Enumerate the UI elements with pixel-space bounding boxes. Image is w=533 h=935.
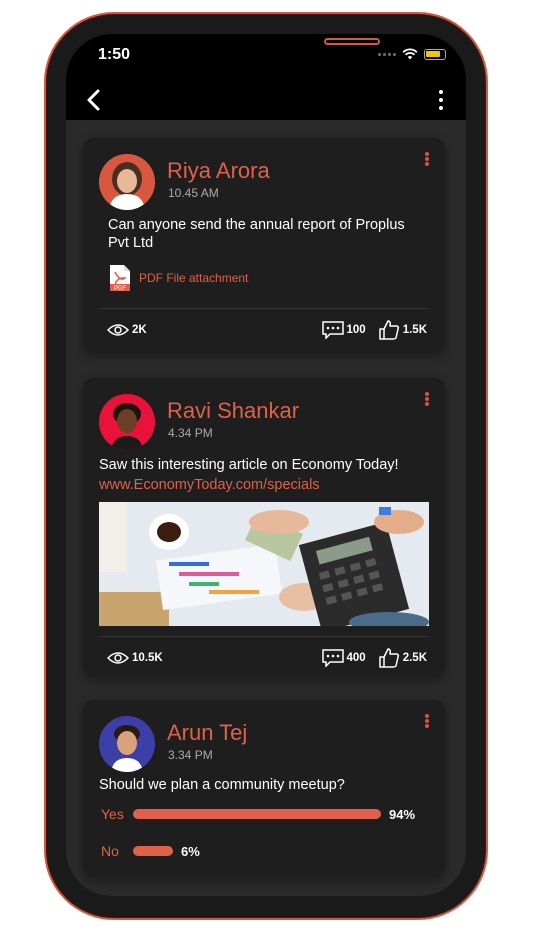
attachment-label: PDF File attachment (139, 271, 249, 285)
avatar (99, 154, 155, 210)
comments-stat[interactable]: 400 (321, 649, 366, 667)
author-name[interactable]: Arun Tej (167, 720, 247, 746)
notch (154, 34, 380, 64)
author-name[interactable]: Ravi Shankar (167, 398, 299, 424)
post-text: Saw this interesting article on Economy … (99, 457, 399, 473)
poll-option[interactable]: No 6% (101, 843, 429, 859)
kebab-icon[interactable] (438, 90, 444, 110)
poll-percent: 6% (181, 843, 200, 859)
comment-icon (321, 649, 344, 667)
chevron-left-icon[interactable] (84, 88, 104, 112)
comments-stat[interactable]: 100 (321, 321, 366, 339)
post-card: Ravi Shankar 4.34 PM Saw this interestin… (83, 378, 445, 676)
author-name[interactable]: Riya Arora (167, 158, 270, 184)
article-image[interactable] (99, 502, 429, 626)
post-text: Can anyone send the annual report of Pro… (108, 217, 405, 251)
divider (99, 636, 429, 637)
post-feed: Riya Arora 10.45 AM Can anyone send the … (66, 120, 466, 896)
top-bar: 1:50 (66, 34, 466, 120)
post-time: 10.45 AM (168, 186, 219, 200)
post-menu-icon[interactable] (425, 714, 429, 728)
post-stats: 2K 100 1.5K (107, 320, 427, 340)
signal-icon (378, 52, 396, 56)
status-icons (378, 48, 446, 60)
poll-percent: 94% (389, 806, 416, 822)
pdf-attachment[interactable]: PDF PDF File attachment (109, 264, 248, 292)
thumbs-up-icon (378, 648, 399, 668)
comments-count: 100 (346, 324, 366, 336)
post-stats: 10.5K 400 2.5K (107, 648, 427, 668)
post-menu-icon[interactable] (425, 392, 429, 406)
likes-count: 1.5K (402, 324, 427, 336)
views-count: 2K (132, 324, 147, 336)
poll-question: Should we plan a community meetup? (99, 777, 345, 793)
poll-bar (133, 846, 173, 856)
thumbs-up-icon (378, 320, 399, 340)
likes-count: 2.5K (402, 652, 427, 664)
pdf-file-icon: PDF (110, 265, 130, 292)
speaker (324, 38, 380, 45)
poll-bar (133, 809, 381, 819)
app-screen: 1:50 Riya Arora 10.45 AM Can anyone send… (66, 34, 466, 896)
avatar (99, 716, 155, 772)
avatar (99, 394, 155, 450)
poll-option[interactable]: Yes 94% (101, 806, 429, 822)
svg-text:PDF: PDF (114, 286, 126, 292)
poll-option-label: No (101, 843, 119, 859)
post-time: 3.34 PM (168, 748, 213, 762)
post-time: 4.34 PM (168, 426, 213, 440)
post-menu-icon[interactable] (425, 152, 429, 166)
views-stat: 2K (107, 323, 147, 337)
divider (99, 308, 429, 309)
views-count: 10.5K (132, 652, 163, 664)
status-time: 1:50 (98, 46, 131, 63)
eye-icon (107, 324, 129, 336)
battery-icon (424, 48, 446, 60)
eye-icon (107, 652, 129, 664)
comment-icon (321, 321, 344, 339)
likes-stat[interactable]: 2.5K (378, 647, 427, 669)
article-link[interactable]: www.EconomyToday.com/specials (99, 477, 320, 493)
wifi-icon (402, 48, 418, 60)
poll-option-label: Yes (101, 806, 124, 822)
post-card: Arun Tej 3.34 PM Should we plan a commun… (83, 700, 445, 876)
likes-stat[interactable]: 1.5K (378, 319, 427, 341)
comments-count: 400 (346, 652, 366, 664)
post-card: Riya Arora 10.45 AM Can anyone send the … (83, 138, 445, 352)
views-stat: 10.5K (107, 651, 163, 665)
